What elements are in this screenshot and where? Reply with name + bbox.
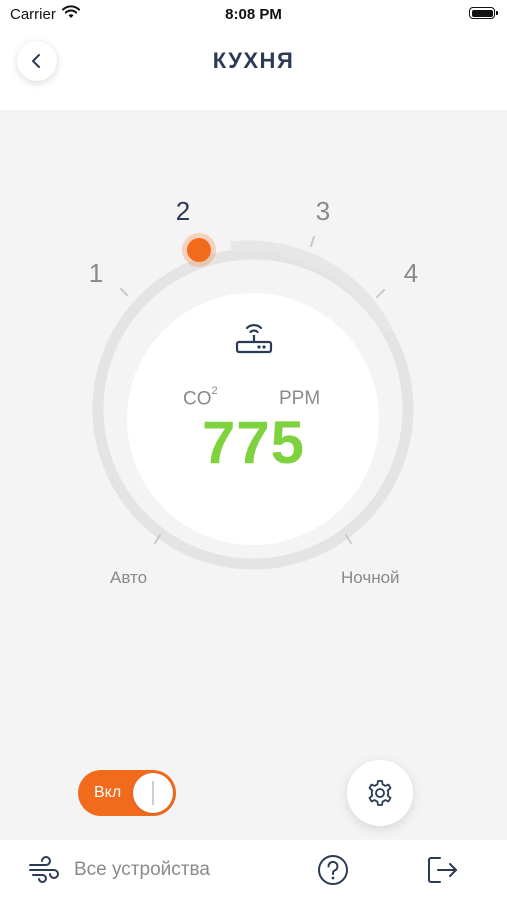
speed-label-1[interactable]: 1 [81, 258, 111, 289]
header: КУХНЯ [0, 30, 507, 110]
ppm-label: PPM [279, 388, 321, 409]
dial-indicator [187, 238, 211, 262]
co2-label-sup: 2 [211, 385, 218, 397]
main-content: 1 2 3 4 Авто Ночной CO2 PPM 775 Вкл [0, 110, 507, 840]
dial-tick [376, 289, 385, 298]
power-toggle-label: Вкл [94, 784, 122, 801]
dial-tick [120, 288, 128, 296]
speed-label-4[interactable]: 4 [396, 258, 426, 289]
speed-label-3[interactable]: 3 [308, 196, 338, 227]
co2-label-text: CO [183, 388, 212, 410]
router-icon [235, 324, 273, 354]
mode-label-auto[interactable]: Авто [110, 568, 147, 588]
settings-button[interactable] [347, 760, 413, 826]
mode-label-night[interactable]: Ночной [341, 568, 400, 588]
speed-label-2[interactable]: 2 [168, 196, 198, 227]
power-toggle[interactable]: Вкл [78, 770, 176, 816]
all-devices-button[interactable]: Все устройства [28, 854, 210, 886]
co2-label: CO2 [183, 385, 218, 410]
logout-icon[interactable] [426, 854, 460, 886]
page-title: КУХНЯ [212, 48, 295, 73]
co2-value: 775 [201, 409, 306, 476]
all-devices-label: Все устройства [74, 859, 210, 880]
clock: 8:08 PM [225, 6, 282, 23]
bottom-bar: Все устройства [0, 840, 507, 900]
status-bar: Carrier 8:08 PM [0, 0, 507, 30]
fan-wind-icon [29, 856, 59, 883]
dial-tick [310, 236, 315, 247]
question-icon[interactable] [317, 854, 349, 886]
toggle-knob [133, 773, 173, 813]
battery-icon [469, 7, 498, 19]
gear-icon [368, 780, 392, 806]
